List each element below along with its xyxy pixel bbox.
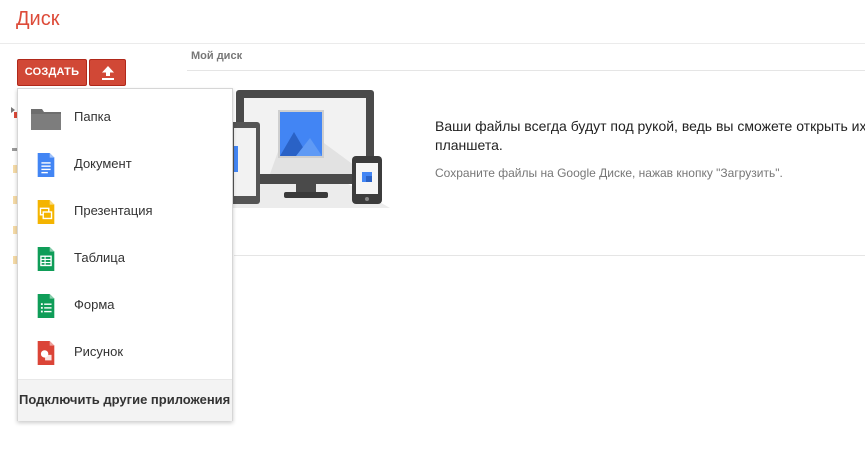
welcome-line-2: планшета. — [435, 137, 503, 153]
breadcrumb-divider — [187, 70, 865, 71]
menu-item-label: Папка — [74, 109, 111, 124]
header-divider — [0, 43, 865, 44]
content-divider — [234, 255, 865, 256]
connect-more-apps[interactable]: Подключить другие приложения — [18, 379, 232, 421]
menu-item-label: Форма — [74, 297, 115, 312]
folder-icon — [31, 109, 61, 130]
upload-icon — [102, 66, 114, 80]
drawing-icon — [37, 341, 55, 365]
create-button[interactable]: СОЗДАТЬ — [17, 59, 87, 86]
menu-item-folder[interactable]: Папка — [18, 94, 232, 141]
app-title[interactable]: Диск — [16, 8, 59, 31]
menu-item-label: Презентация — [74, 203, 153, 218]
create-menu: Папка Документ Презентация Таблица Форма… — [17, 88, 233, 421]
breadcrumb[interactable]: Мой диск — [191, 50, 242, 62]
document-icon — [37, 153, 55, 177]
menu-item-label: Таблица — [74, 250, 125, 265]
menu-item-label: Рисунок — [74, 344, 124, 359]
presentation-icon — [37, 200, 55, 224]
connect-more-apps-label: Подключить другие приложения — [19, 392, 231, 407]
menu-item-spreadsheet[interactable]: Таблица — [18, 235, 232, 282]
menu-item-form[interactable]: Форма — [18, 282, 232, 329]
welcome-line-1: Ваши файлы всегда будут под рукой, ведь … — [435, 118, 865, 134]
menu-item-presentation[interactable]: Презентация — [18, 188, 232, 235]
welcome-message: Ваши файлы всегда будут под рукой, ведь … — [435, 117, 865, 155]
menu-item-label: Документ — [74, 156, 132, 171]
spreadsheet-icon — [37, 247, 55, 271]
menu-item-drawing[interactable]: Рисунок — [18, 329, 232, 376]
upload-button[interactable] — [89, 59, 126, 86]
form-icon — [37, 294, 55, 318]
menu-item-document[interactable]: Документ — [18, 141, 232, 188]
upload-hint: Сохраните файлы на Google Диске, нажав к… — [435, 166, 783, 180]
